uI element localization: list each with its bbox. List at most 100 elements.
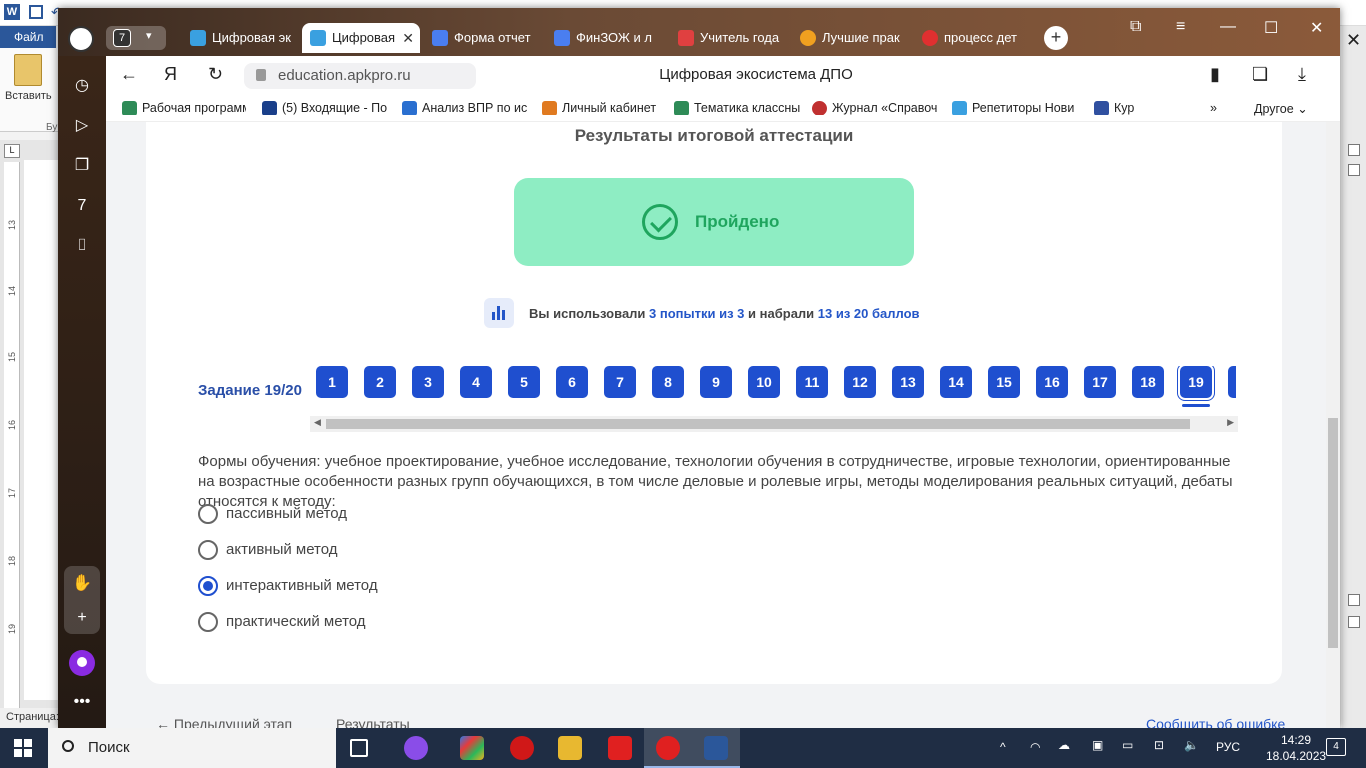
bookmark-item[interactable]: (5) Входящие - По <box>262 101 388 115</box>
answer-label[interactable]: пассивный метод <box>226 505 347 522</box>
task-number-button[interactable]: 14 <box>940 366 972 398</box>
opera-icon[interactable] <box>510 736 534 760</box>
task-number-button[interactable]: 7 <box>604 366 636 398</box>
task-strip-scrollbar[interactable]: ◀ ▶ <box>310 416 1238 432</box>
browser-tab[interactable]: Форма отчет <box>424 23 540 53</box>
camera-icon[interactable]: ⌷ <box>72 236 92 256</box>
play-icon[interactable]: ▷ <box>72 116 92 136</box>
bookmark-icon[interactable]: ▮ <box>1210 64 1220 85</box>
file-explorer-icon[interactable] <box>558 736 582 760</box>
radio-button[interactable] <box>198 504 218 524</box>
browser-tab[interactable]: Учитель года <box>670 23 786 53</box>
close-window-icon[interactable]: ✕ <box>1310 18 1323 38</box>
browser-tab[interactable]: Лучшие прак <box>792 23 908 53</box>
task-number-button[interactable]: 10 <box>748 366 780 398</box>
task-number-button[interactable]: 16 <box>1036 366 1068 398</box>
radio-button-checked[interactable] <box>198 576 218 596</box>
bookmark-item[interactable]: Анализ ВПР по ис <box>402 101 528 115</box>
panel-icon[interactable] <box>1348 164 1360 176</box>
close-icon[interactable]: ✕ <box>1346 30 1361 51</box>
task-number-button-partial[interactable] <box>1228 366 1236 398</box>
task-number-button[interactable]: 8 <box>652 366 684 398</box>
yandex-browser-logo-icon[interactable] <box>68 26 94 52</box>
maximize-icon[interactable]: ☐ <box>1264 18 1278 38</box>
alice-assistant-icon[interactable] <box>69 650 95 676</box>
menu-icon[interactable]: ≡ <box>1176 18 1185 36</box>
app-tray-icon[interactable]: ▣ <box>1092 738 1103 752</box>
task-number-button[interactable]: 13 <box>892 366 924 398</box>
yandex-app-icon[interactable] <box>608 736 632 760</box>
bookmark-item[interactable]: Журнал «Справоч <box>812 101 940 115</box>
browser-tab[interactable]: ФинЗОЖ и л <box>546 23 662 53</box>
store-icon[interactable] <box>460 736 484 760</box>
browser-tab[interactable]: Цифровая эк <box>182 23 300 53</box>
task-number-button[interactable]: 5 <box>508 366 540 398</box>
paste-label[interactable]: Вставить <box>5 90 52 102</box>
task-view-icon[interactable] <box>350 739 368 757</box>
panel-icon[interactable] <box>1348 594 1360 606</box>
word-taskbar-icon[interactable] <box>704 736 728 760</box>
bookmarks-more-button[interactable]: » <box>1210 101 1217 115</box>
scrollbar-thumb[interactable] <box>326 419 1190 429</box>
bookmark-item[interactable]: Репетиторы Нови <box>952 101 1082 115</box>
back-icon[interactable]: ← <box>120 64 138 85</box>
bookmark-item[interactable]: Тематика классны <box>674 101 800 115</box>
radio-button[interactable] <box>198 540 218 560</box>
tab-group-button[interactable]: 7 ▾ <box>106 26 166 50</box>
taskbar-search[interactable]: Поиск <box>48 728 336 768</box>
device-icon[interactable]: ⊡ <box>1154 738 1164 752</box>
task-number-button[interactable]: 9 <box>700 366 732 398</box>
scroll-left-icon[interactable]: ◀ <box>314 417 321 428</box>
scroll-right-icon[interactable]: ▶ <box>1227 417 1234 428</box>
report-error-link[interactable]: Сообщить об ошибке <box>1146 716 1285 728</box>
yandex-icon[interactable]: Я <box>164 64 177 85</box>
address-bar[interactable]: education.apkpro.ru <box>244 63 476 89</box>
yandex-browser-taskbar-icon[interactable] <box>656 736 680 760</box>
task-number-button[interactable]: 2 <box>364 366 396 398</box>
task-number-button[interactable]: 15 <box>988 366 1020 398</box>
answer-label[interactable]: интерактивный метод <box>226 577 378 594</box>
bookmark-item[interactable]: Рабочая программ <box>122 101 246 115</box>
answer-label[interactable]: активный метод <box>226 541 338 558</box>
word-file-tab[interactable]: Файл <box>0 26 56 48</box>
add-icon[interactable]: + <box>72 608 92 628</box>
task-number-button[interactable]: 17 <box>1084 366 1116 398</box>
results-link[interactable]: Результаты <box>336 716 410 728</box>
page-scrollbar[interactable] <box>1326 122 1340 728</box>
task-number-button[interactable]: 6 <box>556 366 588 398</box>
bookmark-item[interactable]: Кур <box>1094 101 1136 115</box>
collections-icon[interactable]: ❐ <box>72 156 92 176</box>
panel-icon[interactable] <box>1348 144 1360 156</box>
tab-count-icon[interactable]: 7 <box>72 196 92 216</box>
save-icon[interactable] <box>29 5 43 19</box>
task-number-button[interactable]: 4 <box>460 366 492 398</box>
new-tab-button[interactable]: + <box>1044 26 1068 50</box>
reader-icon[interactable]: ❏ <box>1252 64 1268 85</box>
tab-selector-icon[interactable]: L <box>4 144 20 158</box>
history-icon[interactable]: ◷ <box>72 76 92 96</box>
task-number-button[interactable]: 3 <box>412 366 444 398</box>
alice-taskbar-icon[interactable] <box>404 736 428 760</box>
network-icon[interactable]: ◠ <box>1030 740 1040 754</box>
close-tab-icon[interactable]: ✕ <box>402 23 414 53</box>
answer-label[interactable]: практический метод <box>226 613 366 630</box>
volume-icon[interactable]: 🔈 <box>1184 738 1199 752</box>
task-number-button[interactable]: 12 <box>844 366 876 398</box>
language-indicator[interactable]: РУС <box>1216 740 1240 754</box>
windows-start-icon[interactable] <box>14 739 32 757</box>
bookmark-item[interactable]: Личный кабинет <box>542 101 664 115</box>
previous-stage-link[interactable]: ← Предыдущий этап <box>156 716 292 728</box>
other-bookmarks-button[interactable]: Другое ⌄ <box>1254 101 1308 116</box>
more-icon[interactable]: ••• <box>72 692 92 712</box>
minimize-icon[interactable]: — <box>1220 18 1236 36</box>
browser-tab-active[interactable]: Цифровая ✕ <box>302 23 420 53</box>
clock[interactable]: 14:29 18.04.2023 <box>1266 732 1326 764</box>
panel-icon[interactable] <box>1348 616 1360 628</box>
hand-icon[interactable]: ✋ <box>72 574 92 594</box>
radio-button[interactable] <box>198 612 218 632</box>
reload-icon[interactable]: ↻ <box>208 64 223 85</box>
tray-expand-icon[interactable]: ^ <box>1000 740 1006 754</box>
scrollbar-thumb[interactable] <box>1328 418 1338 648</box>
onedrive-icon[interactable]: ☁ <box>1058 738 1070 752</box>
paste-icon[interactable] <box>14 54 42 86</box>
